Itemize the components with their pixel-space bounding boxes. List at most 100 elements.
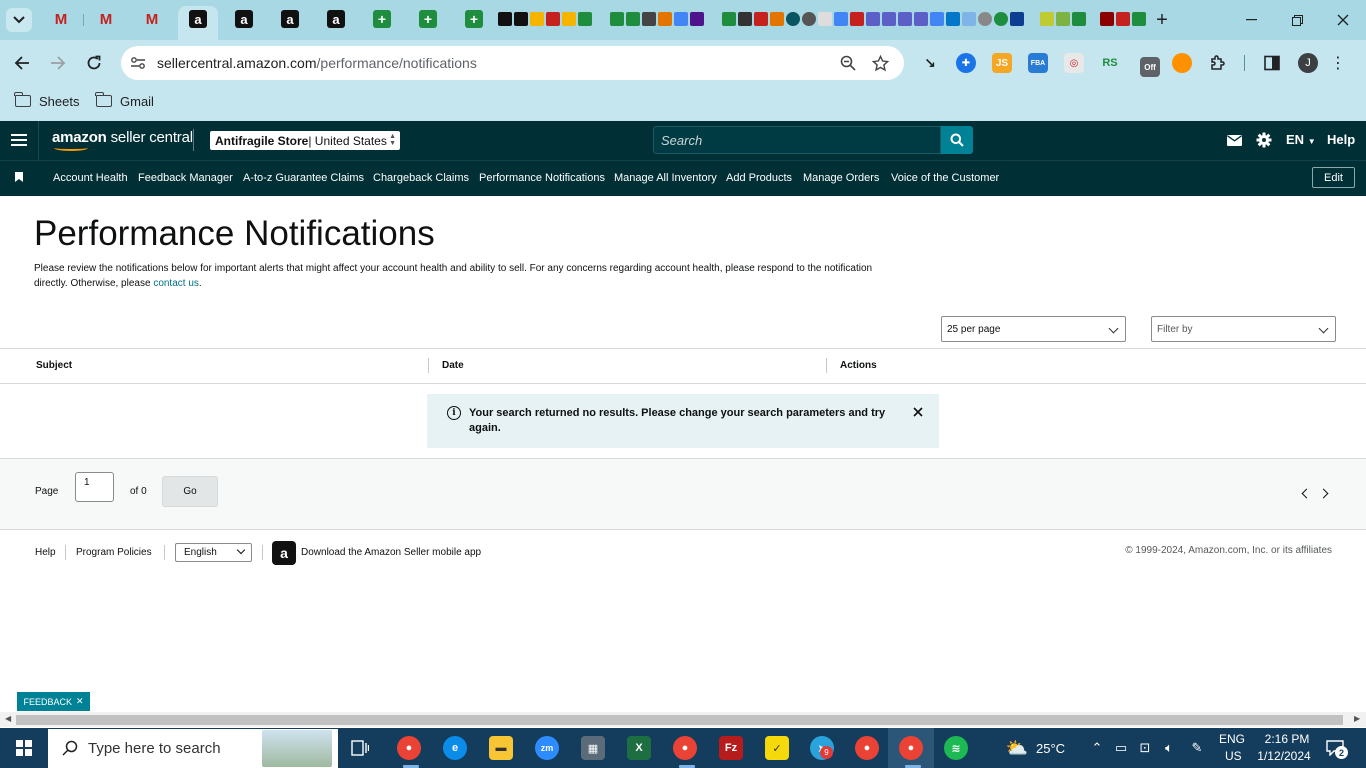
contact-us-link[interactable]: contact us: [153, 278, 199, 289]
tab-icon[interactable]: [754, 12, 768, 26]
footer-language-select[interactable]: English: [175, 543, 252, 562]
fedex-tab-icon[interactable]: [690, 12, 704, 26]
edge-app-icon[interactable]: e: [443, 736, 467, 760]
program-policies-link[interactable]: Program Policies: [76, 547, 152, 558]
nav-manage-orders[interactable]: Manage Orders: [803, 172, 879, 184]
weather-temp[interactable]: 25°C: [1036, 741, 1065, 756]
close-window-button[interactable]: [1328, 8, 1358, 32]
scroll-right-icon[interactable]: ▶: [1354, 714, 1360, 723]
tab-icon[interactable]: [914, 12, 928, 26]
calculator-icon[interactable]: ▦: [581, 736, 605, 760]
column-header-subject[interactable]: Subject: [36, 360, 72, 371]
bookmark-gmail[interactable]: Gmail: [95, 92, 154, 110]
store-selector[interactable]: Antifragile Store | United States ▲ ▼: [210, 131, 400, 150]
clock-date[interactable]: 1/12/2024: [1254, 749, 1314, 763]
sheet-tab-icon[interactable]: +: [419, 10, 437, 28]
input-language[interactable]: ENG: [1219, 732, 1245, 746]
battery-icon[interactable]: ▭: [1112, 740, 1130, 756]
tab-icon[interactable]: [1072, 12, 1086, 26]
nav-add-products[interactable]: Add Products: [726, 172, 792, 184]
wc-tab-icon[interactable]: [1010, 12, 1024, 26]
column-separator[interactable]: [826, 358, 827, 373]
extension-icon[interactable]: ✚: [956, 53, 976, 73]
weather-icon[interactable]: ⛅: [1004, 738, 1030, 758]
file-explorer-icon[interactable]: ▬: [489, 736, 513, 760]
url-text[interactable]: sellercentral.amazon.com/performance/not…: [157, 55, 477, 71]
close-icon[interactable]: ✕: [76, 696, 84, 707]
feedback-tab[interactable]: FEEDBACK ✕: [17, 692, 90, 711]
excel-app-icon[interactable]: X: [627, 736, 651, 760]
sheet-tab-icon[interactable]: [626, 12, 640, 26]
bookmark-star-icon[interactable]: [869, 53, 891, 73]
extension-icon[interactable]: ◎: [1064, 53, 1084, 73]
tab-icon[interactable]: [786, 12, 800, 26]
tab-icon[interactable]: [834, 12, 848, 26]
forward-button[interactable]: [44, 50, 72, 76]
tab-icon[interactable]: [818, 12, 832, 26]
hamburger-menu-icon[interactable]: [11, 131, 27, 149]
amazon-tab-icon[interactable]: a: [235, 10, 253, 28]
tab-icon[interactable]: [1040, 12, 1054, 26]
sticky-notes-icon[interactable]: ✓: [765, 736, 789, 760]
search-input[interactable]: [661, 131, 931, 149]
tab-icon[interactable]: [994, 12, 1008, 26]
sysco-tab-icon[interactable]: [946, 12, 960, 26]
page-number-input[interactable]: [75, 472, 114, 502]
chrome-app-icon[interactable]: ●: [397, 736, 421, 760]
back-button[interactable]: [8, 50, 36, 76]
windows-start-icon[interactable]: [16, 740, 32, 756]
gmail-tab-icon[interactable]: M: [97, 10, 115, 28]
nav-account-health[interactable]: Account Health: [53, 172, 128, 184]
history-tab-icon[interactable]: [802, 12, 816, 26]
amazon-tab-icon[interactable]: a: [281, 10, 299, 28]
language-menu[interactable]: EN ▼: [1286, 132, 1316, 147]
nav-feedback-manager[interactable]: Feedback Manager: [138, 172, 233, 184]
tab-icon[interactable]: [1056, 12, 1070, 26]
site-settings-icon[interactable]: [128, 53, 148, 73]
alert-close-button[interactable]: [911, 405, 925, 419]
spotify-icon[interactable]: ≋: [944, 736, 968, 760]
drive-tab-icon[interactable]: [530, 12, 544, 26]
tab-icon[interactable]: [850, 12, 864, 26]
tab-icon[interactable]: [658, 12, 672, 26]
tab-icon[interactable]: [962, 12, 976, 26]
gmail-tab-icon[interactable]: M: [143, 10, 161, 28]
fba-extension-icon[interactable]: FBA: [1028, 53, 1048, 73]
zoom-app-icon[interactable]: zm: [535, 736, 559, 760]
tab-search-button[interactable]: [6, 8, 32, 32]
amazon-tab-icon[interactable]: [514, 12, 528, 26]
sheet-tab-icon[interactable]: [722, 12, 736, 26]
network-icon[interactable]: ⊡: [1136, 740, 1154, 756]
sheet-tab-icon[interactable]: +: [465, 10, 483, 28]
tab-icon[interactable]: [674, 12, 688, 26]
edit-nav-button[interactable]: Edit: [1312, 167, 1355, 188]
tab-icon[interactable]: [1116, 12, 1130, 26]
nav-a-to-z-claims[interactable]: A-to-z Guarantee Claims: [243, 172, 364, 184]
input-region[interactable]: US: [1225, 749, 1242, 763]
sheet-tab-icon[interactable]: +: [373, 10, 391, 28]
amazon-tab-icon[interactable]: a: [189, 10, 207, 28]
column-separator[interactable]: [428, 358, 429, 373]
volume-icon[interactable]: 🔈︎: [1160, 740, 1178, 756]
restore-button[interactable]: [1282, 8, 1312, 32]
download-app-link[interactable]: Download the Amazon Seller mobile app: [301, 547, 481, 558]
search-button[interactable]: [941, 126, 973, 154]
side-panel-icon[interactable]: [1262, 53, 1282, 73]
nav-performance-notifications[interactable]: Performance Notifications: [479, 172, 605, 184]
p-tab-icon[interactable]: [642, 12, 656, 26]
tab-icon[interactable]: [738, 12, 752, 26]
pen-icon[interactable]: ✎: [1188, 740, 1206, 756]
scroll-left-icon[interactable]: ◀: [5, 714, 11, 723]
tab-icon[interactable]: [866, 12, 880, 26]
gmail-tab-icon[interactable]: [546, 12, 560, 26]
bookmark-sheets[interactable]: Sheets: [14, 92, 79, 110]
filezilla-icon[interactable]: Fz: [719, 736, 743, 760]
footer-help-link[interactable]: Help: [35, 547, 56, 558]
sheet-tab-icon[interactable]: [578, 12, 592, 26]
new-tab-button[interactable]: +: [1150, 8, 1174, 32]
extension-icon[interactable]: ↘: [920, 53, 940, 73]
nav-chargeback-claims[interactable]: Chargeback Claims: [373, 172, 469, 184]
seller-central-logo[interactable]: amazon seller central: [52, 129, 193, 146]
chrome-app-icon[interactable]: ●: [855, 736, 879, 760]
profile-avatar[interactable]: J: [1298, 53, 1318, 73]
